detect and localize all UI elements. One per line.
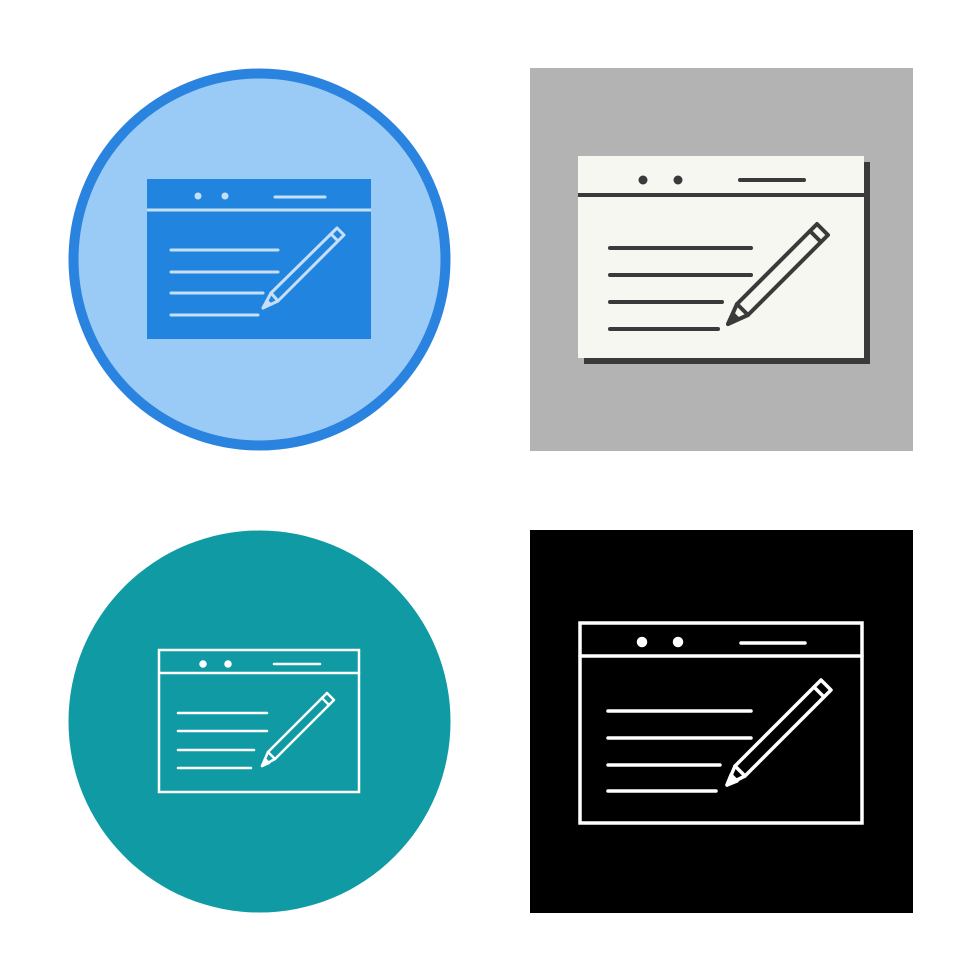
edit-document-icon [68, 68, 451, 451]
edit-document-icon [530, 68, 913, 451]
window-dot [636, 636, 648, 648]
window-dot [224, 660, 232, 668]
edit-document-icon [68, 530, 451, 913]
browser-window [147, 179, 371, 339]
window-dot [194, 192, 202, 200]
square-background [530, 530, 913, 913]
outline-square-variant [530, 530, 913, 913]
window-dot [638, 175, 648, 185]
outline-circle-variant [68, 530, 451, 913]
window-dot [673, 175, 683, 185]
window-dot [672, 636, 684, 648]
edit-document-icon [530, 530, 913, 913]
browser-window [578, 156, 870, 364]
glyph-square-variant [530, 68, 913, 451]
circle-background [68, 530, 451, 913]
flat-circle-variant [68, 68, 451, 451]
window-dot [199, 660, 207, 668]
window-dot [221, 192, 229, 200]
